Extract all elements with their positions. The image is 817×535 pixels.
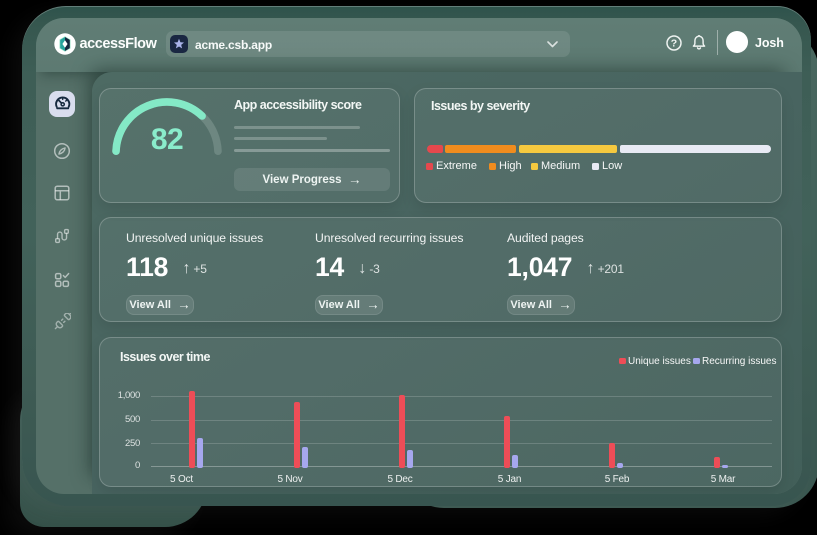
svg-text:?: ? (670, 37, 676, 49)
